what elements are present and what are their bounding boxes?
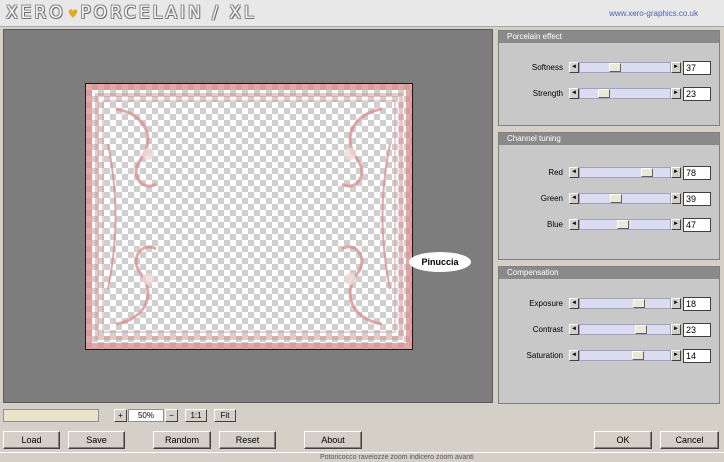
- zoom-1-1-button[interactable]: 1:1: [185, 409, 207, 422]
- right-arrow-icon[interactable]: ►: [671, 88, 681, 99]
- panel-title: Compensation: [499, 267, 719, 279]
- softness-slider[interactable]: [579, 62, 671, 73]
- channel-tuning-panel: Channel tuning Red ◄ ► 78 Green ◄ ► 39 B…: [498, 132, 720, 260]
- right-arrow-icon[interactable]: ►: [671, 219, 681, 230]
- save-button[interactable]: Save: [68, 431, 125, 449]
- exposure-value[interactable]: 18: [683, 297, 711, 311]
- saturation-slider[interactable]: [579, 350, 671, 361]
- right-arrow-icon[interactable]: ►: [671, 298, 681, 309]
- right-arrow-icon[interactable]: ►: [671, 62, 681, 73]
- reset-button[interactable]: Reset: [219, 431, 276, 449]
- contrast-label: Contrast: [532, 325, 563, 334]
- softness-label: Softness: [531, 63, 563, 72]
- preview-area[interactable]: Pinuccia: [3, 29, 493, 403]
- slider-thumb[interactable]: [641, 168, 653, 177]
- blue-value[interactable]: 47: [683, 218, 711, 232]
- green-value[interactable]: 39: [683, 192, 711, 206]
- contrast-value[interactable]: 23: [683, 323, 711, 337]
- panel-title: Porcelain effect: [499, 31, 719, 43]
- left-arrow-icon[interactable]: ◄: [569, 62, 579, 73]
- red-slider[interactable]: [579, 167, 671, 178]
- blue-label: Blue: [546, 220, 563, 229]
- left-arrow-icon[interactable]: ◄: [569, 193, 579, 204]
- left-arrow-icon[interactable]: ◄: [569, 219, 579, 230]
- strength-control: Strength ◄ ► 23: [499, 87, 719, 101]
- exposure-slider[interactable]: [579, 298, 671, 309]
- load-button[interactable]: Load: [3, 431, 60, 449]
- contrast-slider[interactable]: [579, 324, 671, 335]
- right-arrow-icon[interactable]: ►: [671, 350, 681, 361]
- cancel-button[interactable]: Cancel: [660, 431, 719, 449]
- red-value[interactable]: 78: [683, 166, 711, 180]
- panel-title: Channel tuning: [499, 133, 719, 145]
- blue-slider[interactable]: [579, 219, 671, 230]
- left-arrow-icon[interactable]: ◄: [569, 88, 579, 99]
- left-arrow-icon[interactable]: ◄: [569, 298, 579, 309]
- exposure-control: Exposure ◄ ► 18: [499, 297, 719, 311]
- blue-control: Blue ◄ ► 47: [499, 218, 719, 232]
- green-label: Green: [540, 194, 563, 203]
- exposure-label: Exposure: [529, 299, 563, 308]
- slider-thumb[interactable]: [632, 351, 644, 360]
- slider-thumb[interactable]: [610, 194, 622, 203]
- right-arrow-icon[interactable]: ►: [671, 193, 681, 204]
- app-logo: XERO ♥ PORCELAIN / XL: [6, 3, 257, 23]
- red-control: Red ◄ ► 78: [499, 166, 719, 180]
- slider-thumb[interactable]: [598, 89, 610, 98]
- saturation-control: Saturation ◄ ► 14: [499, 349, 719, 363]
- slider-thumb[interactable]: [635, 325, 647, 334]
- status-field: [3, 409, 99, 422]
- right-arrow-icon[interactable]: ►: [671, 167, 681, 178]
- zoom-in-button[interactable]: +: [114, 409, 127, 422]
- strength-slider[interactable]: [579, 88, 671, 99]
- fit-button[interactable]: Fit: [214, 409, 236, 422]
- saturation-label: Saturation: [526, 351, 563, 360]
- header-bar: XERO ♥ PORCELAIN / XL www.xero-graphics.co…: [0, 0, 724, 27]
- zoom-level: 50%: [128, 409, 164, 422]
- watermark-label: Pinuccia: [409, 252, 471, 272]
- zoom-out-button[interactable]: −: [165, 409, 178, 422]
- right-arrow-icon[interactable]: ►: [671, 324, 681, 335]
- about-button[interactable]: About: [304, 431, 362, 449]
- green-slider[interactable]: [579, 193, 671, 204]
- left-arrow-icon[interactable]: ◄: [569, 324, 579, 335]
- green-control: Green ◄ ► 39: [499, 192, 719, 206]
- slider-thumb[interactable]: [633, 299, 645, 308]
- softness-control: Softness ◄ ► 37: [499, 61, 719, 75]
- website-link[interactable]: www.xero-graphics.co.uk: [609, 9, 698, 18]
- slider-thumb[interactable]: [609, 63, 621, 72]
- porcelain-effect-panel: Porcelain effect Softness ◄ ► 37 Strengt…: [498, 30, 720, 126]
- contrast-control: Contrast ◄ ► 23: [499, 323, 719, 337]
- random-button[interactable]: Random: [153, 431, 211, 449]
- ok-button[interactable]: OK: [594, 431, 652, 449]
- compensation-panel: Compensation Exposure ◄ ► 18 Contrast ◄ …: [498, 266, 720, 404]
- left-arrow-icon[interactable]: ◄: [569, 167, 579, 178]
- saturation-value[interactable]: 14: [683, 349, 711, 363]
- strength-label: Strength: [532, 89, 563, 98]
- red-label: Red: [548, 168, 563, 177]
- softness-value[interactable]: 37: [683, 61, 711, 75]
- preview-image: [85, 83, 413, 350]
- strength-value[interactable]: 23: [683, 87, 711, 101]
- heart-icon: ♥: [67, 7, 79, 21]
- left-arrow-icon[interactable]: ◄: [569, 350, 579, 361]
- slider-thumb[interactable]: [617, 220, 629, 229]
